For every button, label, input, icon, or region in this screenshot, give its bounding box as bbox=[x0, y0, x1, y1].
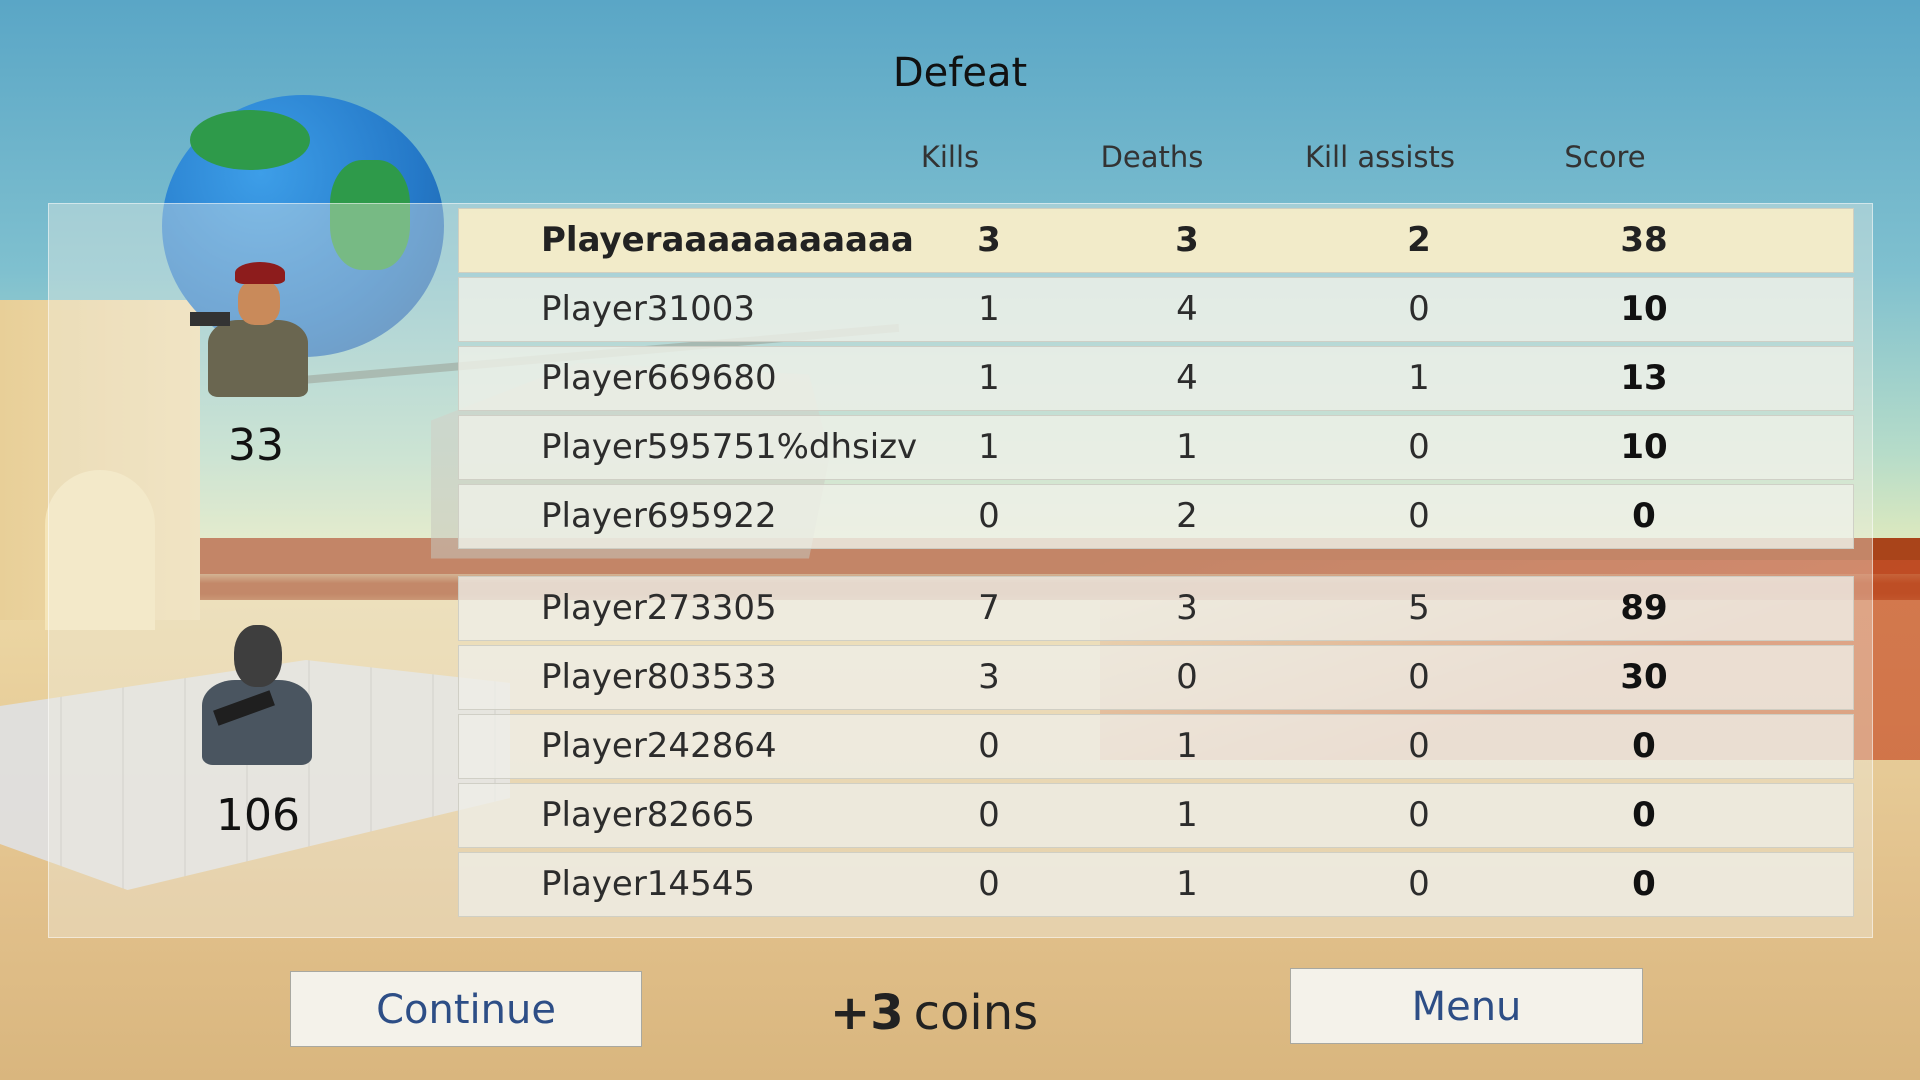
score-value: 30 bbox=[1620, 657, 1668, 697]
deaths-value: 4 bbox=[1176, 289, 1198, 329]
team-a-avatar-icon bbox=[190, 262, 320, 397]
score-value: 0 bbox=[1632, 726, 1656, 766]
deaths-value: 3 bbox=[1175, 220, 1199, 260]
header-deaths: Deaths bbox=[1100, 140, 1204, 174]
assists-value: 0 bbox=[1408, 496, 1430, 536]
assists-value: 0 bbox=[1408, 795, 1430, 835]
team-b-score: 106 bbox=[216, 790, 300, 841]
header-score: Score bbox=[1564, 140, 1646, 174]
player-name: Player14545 bbox=[541, 864, 755, 904]
table-row: Player31003 1 4 0 10 bbox=[458, 277, 1854, 342]
deaths-value: 1 bbox=[1176, 726, 1198, 766]
assists-value: 0 bbox=[1408, 864, 1430, 904]
assists-value: 0 bbox=[1408, 726, 1430, 766]
kills-value: 0 bbox=[978, 496, 1000, 536]
deaths-value: 3 bbox=[1176, 588, 1198, 628]
score-value: 0 bbox=[1632, 496, 1656, 536]
table-row: Playeraaaaaaaaaaa 3 3 2 38 bbox=[458, 208, 1854, 273]
player-name: Player273305 bbox=[541, 588, 777, 628]
assists-value: 0 bbox=[1408, 289, 1430, 329]
assists-value: 5 bbox=[1408, 588, 1430, 628]
kills-value: 1 bbox=[978, 289, 1000, 329]
score-value: 89 bbox=[1620, 588, 1668, 628]
player-name: Playeraaaaaaaaaaa bbox=[541, 220, 914, 260]
table-row: Player669680 1 4 1 13 bbox=[458, 346, 1854, 411]
deaths-value: 1 bbox=[1176, 864, 1198, 904]
deaths-value: 0 bbox=[1176, 657, 1198, 697]
score-value: 13 bbox=[1620, 358, 1668, 398]
kills-value: 1 bbox=[978, 427, 1000, 467]
score-value: 38 bbox=[1620, 220, 1668, 260]
coins-unit: coins bbox=[913, 985, 1039, 1041]
player-name: Player803533 bbox=[541, 657, 777, 697]
team-b-avatar-icon bbox=[192, 625, 322, 765]
player-name: Player82665 bbox=[541, 795, 755, 835]
kills-value: 0 bbox=[978, 726, 1000, 766]
deaths-value: 1 bbox=[1176, 795, 1198, 835]
table-row: Player82665 0 1 0 0 bbox=[458, 783, 1854, 848]
assists-value: 0 bbox=[1408, 427, 1430, 467]
table-row: Player273305 7 3 5 89 bbox=[458, 576, 1854, 641]
score-value: 0 bbox=[1632, 795, 1656, 835]
assists-value: 0 bbox=[1408, 657, 1430, 697]
menu-button[interactable]: Menu bbox=[1290, 968, 1643, 1044]
table-row: Player803533 3 0 0 30 bbox=[458, 645, 1854, 710]
coins-amount: +3 bbox=[830, 985, 904, 1041]
deaths-value: 4 bbox=[1176, 358, 1198, 398]
player-name: Player595751%dhsizv bbox=[541, 427, 918, 467]
table-row: Player242864 0 1 0 0 bbox=[458, 714, 1854, 779]
team-a-score: 33 bbox=[228, 420, 284, 471]
score-value: 10 bbox=[1620, 289, 1668, 329]
kills-value: 0 bbox=[978, 795, 1000, 835]
player-name: Player242864 bbox=[541, 726, 777, 766]
deaths-value: 1 bbox=[1176, 427, 1198, 467]
player-name: Player31003 bbox=[541, 289, 755, 329]
kills-value: 3 bbox=[978, 657, 1000, 697]
kills-value: 7 bbox=[978, 588, 1000, 628]
table-row: Player14545 0 1 0 0 bbox=[458, 852, 1854, 917]
kills-value: 3 bbox=[977, 220, 1001, 260]
player-name: Player695922 bbox=[541, 496, 777, 536]
kills-value: 0 bbox=[978, 864, 1000, 904]
table-row: Player595751%dhsizv 1 1 0 10 bbox=[458, 415, 1854, 480]
assists-value: 1 bbox=[1408, 358, 1430, 398]
coins-reward: +3 coins bbox=[830, 985, 1038, 1041]
assists-value: 2 bbox=[1407, 220, 1431, 260]
header-kills: Kills bbox=[920, 140, 980, 174]
globe-land bbox=[190, 110, 310, 170]
match-result-title: Defeat bbox=[892, 50, 1028, 96]
score-value: 10 bbox=[1620, 427, 1668, 467]
table-row: Player695922 0 2 0 0 bbox=[458, 484, 1854, 549]
deaths-value: 2 bbox=[1176, 496, 1198, 536]
player-name: Player669680 bbox=[541, 358, 777, 398]
score-value: 0 bbox=[1632, 864, 1656, 904]
header-kill-assists: Kill assists bbox=[1304, 140, 1456, 174]
kills-value: 1 bbox=[978, 358, 1000, 398]
continue-button[interactable]: Continue bbox=[290, 971, 642, 1047]
